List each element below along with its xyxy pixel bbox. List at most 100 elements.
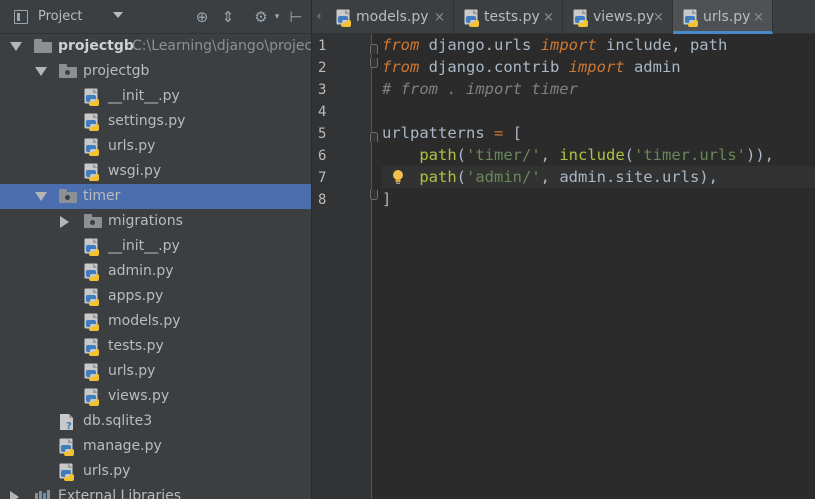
tree-item-label: timer xyxy=(83,188,121,204)
python-file-icon xyxy=(84,313,102,331)
code-line[interactable]: urlpatterns = [ xyxy=(382,122,815,144)
tree-item-label: admin.py xyxy=(108,263,174,279)
code-line[interactable]: path('timer/', include('timer.urls')), xyxy=(382,144,815,166)
view-selector-dropdown-icon[interactable] xyxy=(113,12,123,18)
gear-dropdown-icon[interactable]: ▾ xyxy=(268,8,286,26)
tree-item[interactable]: tests.py xyxy=(0,334,311,359)
tree-item[interactable]: External Libraries xyxy=(0,484,311,499)
tree-item[interactable]: manage.py xyxy=(0,434,311,459)
line-number: 1 xyxy=(318,38,327,54)
python-file-icon xyxy=(84,138,102,156)
tree-item-label: urls.py xyxy=(108,138,156,154)
tree-item[interactable]: wsgi.py xyxy=(0,159,311,184)
code-token: include, path xyxy=(596,36,728,54)
collapse-arrow-icon[interactable] xyxy=(10,42,22,51)
tree-item-label: settings.py xyxy=(108,113,186,129)
fold-marker-icon[interactable] xyxy=(370,132,378,142)
tree-item[interactable]: settings.py xyxy=(0,109,311,134)
tree-item-label: projectgb xyxy=(83,63,150,79)
editor-tab-label: tests.py xyxy=(484,9,540,25)
python-file-icon xyxy=(59,463,77,481)
editor-tab[interactable]: views.py × xyxy=(563,0,673,34)
editor-tab[interactable]: urls.py × xyxy=(673,0,773,34)
collapse-arrow-icon[interactable] xyxy=(35,192,47,201)
unknown-file-icon: ? xyxy=(59,413,75,432)
code-token: # from . import timer xyxy=(382,80,578,98)
code-token: include xyxy=(559,146,625,164)
package-dot-icon xyxy=(65,70,70,75)
code-line[interactable]: ] xyxy=(382,188,815,210)
python-file-icon xyxy=(464,9,482,27)
tree-item[interactable]: projectgb xyxy=(0,59,311,84)
intention-bulb-icon[interactable] xyxy=(391,169,405,185)
tree-item[interactable]: ? db.sqlite3 xyxy=(0,409,311,434)
code-line[interactable]: path('admin/', admin.site.urls), xyxy=(382,166,815,188)
line-number: 6 xyxy=(318,148,327,164)
project-tool-window: Project ⊕ ⇕ ⚙ ▾ ⊢ projectgb C:\Learning\d… xyxy=(0,0,311,499)
package-folder-icon xyxy=(59,189,77,203)
tree-item-label: wsgi.py xyxy=(108,163,162,179)
close-icon[interactable]: × xyxy=(543,10,554,25)
editor-area: ‹ models.py × tests.py × views.py × urls.py × 1… xyxy=(311,0,815,499)
editor-tab[interactable]: tests.py × xyxy=(454,0,563,34)
tree-item[interactable]: __init__.py xyxy=(0,234,311,259)
fold-marker-icon[interactable] xyxy=(370,58,378,68)
tree-item-label: __init__.py xyxy=(108,238,180,254)
code-line[interactable]: from django.urls import include, path xyxy=(382,34,815,56)
tree-item-label: urls.py xyxy=(83,463,131,479)
tree-item[interactable]: admin.py xyxy=(0,259,311,284)
collapse-arrow-icon[interactable] xyxy=(35,67,47,76)
tab-scroll-left-icon[interactable]: ‹ xyxy=(312,0,326,34)
tree-item[interactable]: urls.py xyxy=(0,134,311,159)
code-line[interactable]: from django.contrib import admin xyxy=(382,56,815,78)
code-token: ( xyxy=(624,146,634,164)
python-file-icon xyxy=(683,9,701,27)
tree-item[interactable]: views.py xyxy=(0,384,311,409)
tree-item[interactable]: migrations xyxy=(0,209,311,234)
python-file-icon xyxy=(84,363,102,381)
code-token: 'timer/' xyxy=(466,146,541,164)
python-file-icon xyxy=(84,163,102,181)
tree-item[interactable]: urls.py xyxy=(0,359,311,384)
code-token: , xyxy=(540,146,560,164)
project-panel-title[interactable]: Project xyxy=(38,9,82,24)
expand-arrow-icon[interactable] xyxy=(60,216,69,228)
hide-icon[interactable]: ⊢ xyxy=(287,8,305,26)
tree-item[interactable]: apps.py xyxy=(0,284,311,309)
code-token: [ xyxy=(503,124,522,142)
code-token: django.contrib xyxy=(419,58,569,76)
line-number: 3 xyxy=(318,82,327,98)
tree-item[interactable]: urls.py xyxy=(0,459,311,484)
collapse-icon[interactable]: ⇕ xyxy=(219,8,237,26)
package-folder-icon xyxy=(59,64,77,78)
code-line[interactable]: # from . import timer xyxy=(382,78,815,100)
package-folder-icon xyxy=(84,214,102,228)
close-icon[interactable]: × xyxy=(753,10,764,25)
code-token: admin xyxy=(624,58,681,76)
svg-text:?: ? xyxy=(66,421,72,431)
fold-marker-icon[interactable] xyxy=(370,44,378,54)
tree-item-label: projectgb xyxy=(58,38,134,54)
tree-item[interactable]: timer xyxy=(0,184,311,209)
code-line[interactable] xyxy=(382,100,815,122)
close-icon[interactable]: × xyxy=(434,10,445,25)
code-editor[interactable]: from django.urls import include, path fro… xyxy=(382,34,815,499)
close-icon[interactable]: × xyxy=(653,10,664,25)
line-number: 5 xyxy=(318,126,327,142)
package-dot-icon xyxy=(90,220,95,225)
tree-item[interactable]: __init__.py xyxy=(0,84,311,109)
target-icon[interactable]: ⊕ xyxy=(193,8,211,26)
code-token: ] xyxy=(382,190,392,208)
package-dot-icon xyxy=(65,195,70,200)
tree-item[interactable]: models.py xyxy=(0,309,311,334)
fold-marker-icon[interactable] xyxy=(370,190,378,200)
tree-item-label: migrations xyxy=(108,213,183,229)
python-file-icon xyxy=(573,9,591,27)
library-icon xyxy=(34,488,52,499)
tree-item-label: __init__.py xyxy=(108,88,180,104)
project-panel-header: Project ⊕ ⇕ ⚙ ▾ ⊢ xyxy=(0,0,311,34)
expand-arrow-icon[interactable] xyxy=(10,491,19,499)
tree-item[interactable]: projectgb C:\Learning\django\project xyxy=(0,34,311,59)
code-token: import xyxy=(568,58,625,76)
editor-tab[interactable]: models.py × xyxy=(326,0,454,34)
